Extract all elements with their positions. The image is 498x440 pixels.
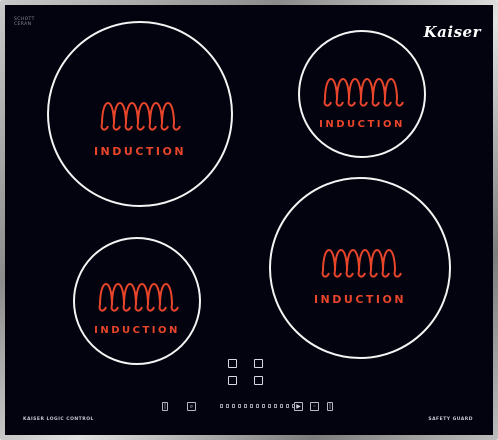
- minus-button[interactable]: |: [327, 402, 333, 411]
- level-dot: [226, 404, 229, 408]
- induction-coil-icon: [323, 78, 404, 107]
- zone-label: INDUCTION: [94, 325, 180, 336]
- level-dot: [232, 404, 235, 408]
- induction-coil-icon: [98, 283, 179, 312]
- level-dot: [268, 404, 271, 408]
- zone-select-front-right[interactable]: [254, 376, 263, 385]
- minus-icon: |: [328, 403, 332, 410]
- zone-select-front-left[interactable]: [228, 376, 237, 385]
- power-button[interactable]: |: [162, 402, 168, 411]
- level-dot: [250, 404, 253, 408]
- cooking-zone-back-left[interactable]: INDUCTION: [47, 21, 233, 207]
- timer-icon: ◦: [312, 403, 317, 410]
- lock-icon: ⌕: [189, 403, 194, 410]
- level-dot: [238, 404, 241, 408]
- footer-logic-control: KAISER LOGIC CONTROL: [23, 417, 94, 422]
- zone-label: INDUCTION: [313, 293, 407, 306]
- cooking-zone-front-right[interactable]: INDUCTION: [269, 177, 451, 359]
- zone-label: INDUCTION: [93, 145, 187, 158]
- play-icon: ▶: [296, 403, 301, 410]
- lock-button[interactable]: ⌕: [187, 402, 196, 411]
- power-icon: |: [163, 403, 167, 410]
- touch-control-strip: | ⌕ ▶ ◦ |: [160, 402, 350, 412]
- cooking-zone-back-right[interactable]: INDUCTION: [298, 30, 426, 158]
- level-dot: [256, 404, 259, 408]
- power-level-indicator[interactable]: [220, 402, 300, 411]
- level-dot: [274, 404, 277, 408]
- zone-select-back-right[interactable]: [254, 359, 263, 368]
- brand-logo: Kaiser: [423, 23, 481, 41]
- boost-button[interactable]: ▶: [294, 402, 303, 411]
- level-dot: [262, 404, 265, 408]
- glass-surface: SCHOTT CERAN Kaiser INDUCTION INDUCTION …: [5, 5, 493, 435]
- spec-line-2: CERAN: [14, 22, 32, 27]
- level-dot: [286, 404, 289, 408]
- cooking-zone-front-left[interactable]: INDUCTION: [73, 237, 201, 365]
- spec-label: SCHOTT CERAN: [14, 17, 35, 27]
- induction-coil-icon: [100, 102, 181, 131]
- level-dot: [280, 404, 283, 408]
- footer-safety-guard: SAFETY GUARD: [428, 417, 473, 422]
- level-dot: [244, 404, 247, 408]
- cooktop-frame: SCHOTT CERAN Kaiser INDUCTION INDUCTION …: [0, 0, 498, 440]
- zone-label: INDUCTION: [319, 119, 405, 130]
- zone-select-back-left[interactable]: [228, 359, 237, 368]
- level-dot: [220, 404, 223, 408]
- induction-coil-icon: [321, 249, 402, 278]
- timer-button[interactable]: ◦: [310, 402, 319, 411]
